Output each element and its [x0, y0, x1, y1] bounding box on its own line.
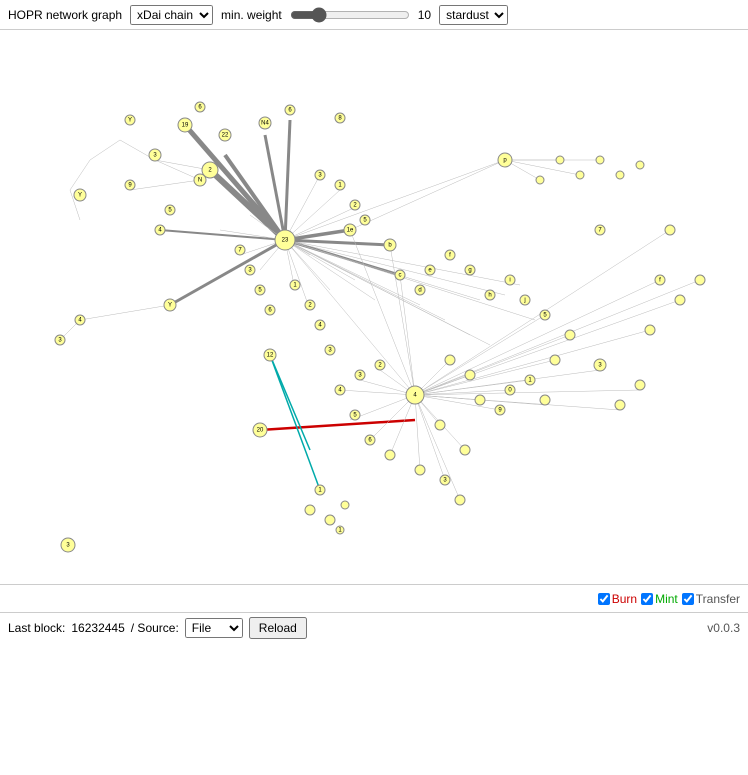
chain-select[interactable]: xDai chain Ethereum — [130, 5, 213, 25]
burn-checkbox[interactable] — [598, 593, 610, 605]
app-title: HOPR network graph — [8, 8, 122, 22]
legend-bar: Burn Mint Transfer — [0, 585, 748, 613]
source-select[interactable]: File HTTP WS — [185, 618, 243, 638]
transfer-checkbox[interactable] — [682, 593, 694, 605]
burn-legend: Burn — [598, 592, 637, 606]
reload-button[interactable]: Reload — [249, 617, 307, 639]
footer: Last block: 16232445 / Source: File HTTP… — [0, 613, 748, 643]
weight-value: 10 — [418, 8, 431, 22]
header: HOPR network graph xDai chain Ethereum m… — [0, 0, 748, 30]
footer-left: Last block: 16232445 / Source: File HTTP… — [8, 617, 307, 639]
version-label: v0.0.3 — [707, 621, 740, 635]
mint-label: Mint — [655, 592, 678, 606]
network-graph[interactable]: 23 4 2 19 22 N4 6 8 6 Y 3 9 — [0, 30, 748, 584]
mint-checkbox[interactable] — [641, 593, 653, 605]
graph-container: 23 4 2 19 22 N4 6 8 6 Y 3 9 — [0, 30, 748, 585]
source-label: / Source: — [131, 621, 179, 635]
last-block-value: 16232445 — [71, 621, 124, 635]
mint-legend: Mint — [641, 592, 678, 606]
transfer-legend: Transfer — [682, 592, 740, 606]
min-weight-label: min. weight — [221, 8, 282, 22]
transfer-label: Transfer — [696, 592, 740, 606]
style-select[interactable]: stardust light dark — [439, 5, 508, 25]
weight-slider[interactable] — [290, 7, 410, 23]
last-block-label: Last block: — [8, 621, 65, 635]
burn-label: Burn — [612, 592, 637, 606]
